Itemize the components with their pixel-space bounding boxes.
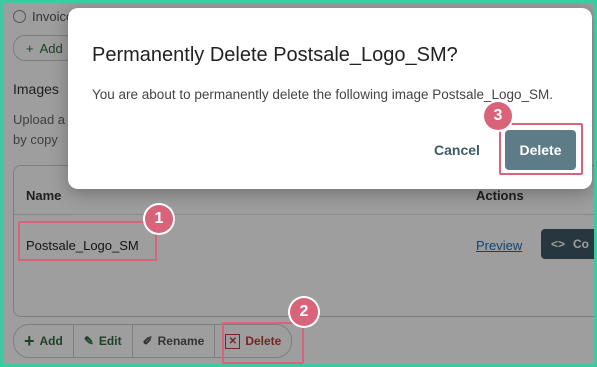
highlight-toolbar-delete bbox=[222, 322, 304, 364]
highlight-dialog-delete bbox=[499, 123, 583, 175]
step-badge-2: 2 bbox=[290, 298, 318, 326]
step-badge-3: 3 bbox=[484, 102, 512, 130]
dialog-title: Permanently Delete Postsale_Logo_SM? bbox=[92, 44, 458, 66]
cancel-button[interactable]: Cancel bbox=[434, 142, 480, 158]
app-frame: Invoice + Add Images Upload a by copy Na… bbox=[3, 3, 594, 364]
highlight-image-name bbox=[18, 221, 157, 261]
step-badge-1: 1 bbox=[145, 205, 173, 233]
dialog-message: You are about to permanently delete the … bbox=[92, 87, 554, 102]
